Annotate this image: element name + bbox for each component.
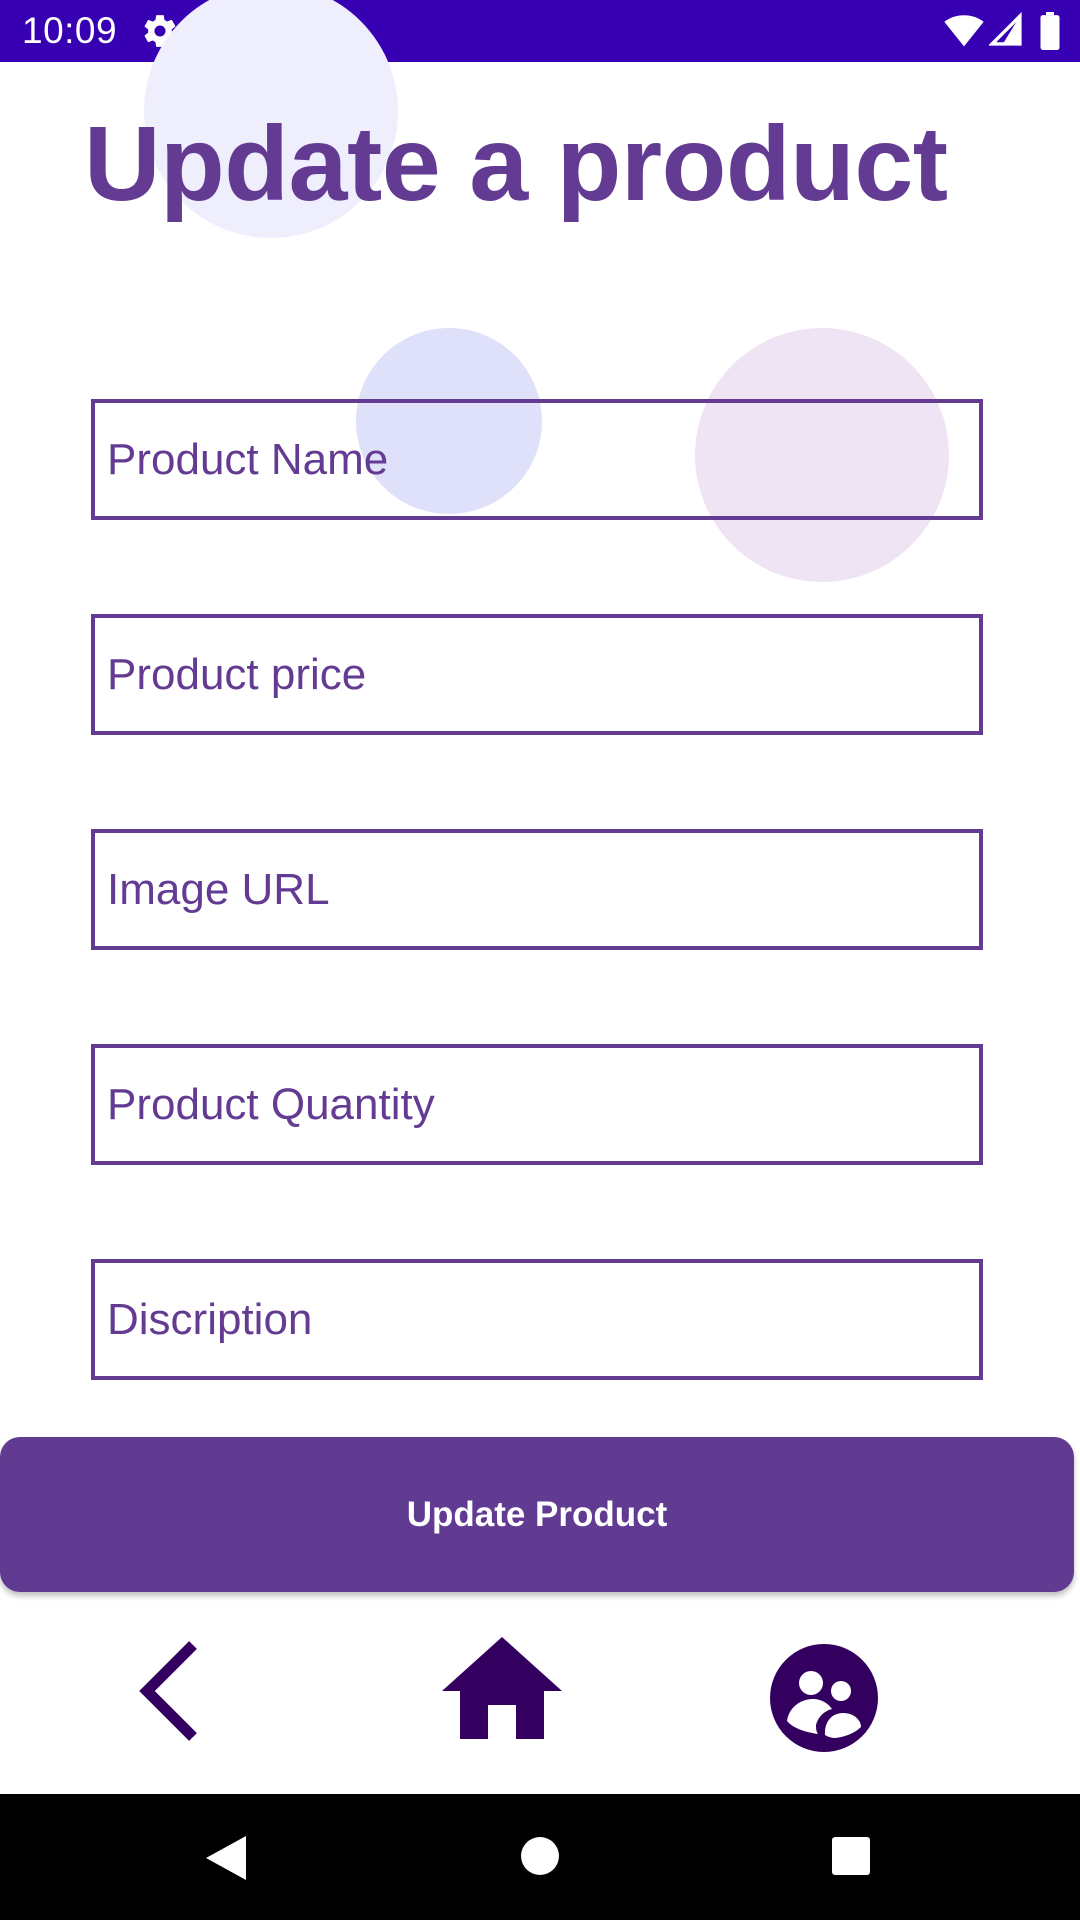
page-title: Update a product — [84, 105, 948, 223]
product-quantity-input[interactable] — [91, 1044, 983, 1165]
product-name-input[interactable] — [91, 399, 983, 520]
signal-icon — [987, 11, 1023, 53]
product-price-input[interactable] — [91, 614, 983, 735]
update-product-screen: 10:09 Update a product Update Product — [0, 0, 1080, 1920]
image-url-input[interactable] — [91, 829, 983, 950]
status-time: 10:09 — [22, 10, 118, 51]
update-product-button[interactable]: Update Product — [0, 1437, 1074, 1592]
back-button[interactable] — [130, 1635, 210, 1747]
wifi-icon — [944, 12, 984, 53]
home-button[interactable] — [438, 1634, 566, 1742]
system-navigation-bar — [0, 1794, 1080, 1920]
system-home-button[interactable] — [520, 1836, 560, 1876]
system-recents-button[interactable] — [831, 1836, 871, 1876]
community-icon — [770, 1644, 878, 1752]
system-back-icon — [206, 1836, 246, 1880]
battery-icon — [1040, 12, 1060, 55]
community-button[interactable] — [767, 1641, 881, 1755]
system-recents-icon — [832, 1837, 870, 1875]
description-input[interactable] — [91, 1259, 983, 1380]
system-home-icon — [521, 1837, 559, 1875]
back-chevron-icon — [139, 1641, 197, 1741]
home-icon — [442, 1637, 562, 1739]
system-back-button[interactable] — [202, 1834, 248, 1882]
